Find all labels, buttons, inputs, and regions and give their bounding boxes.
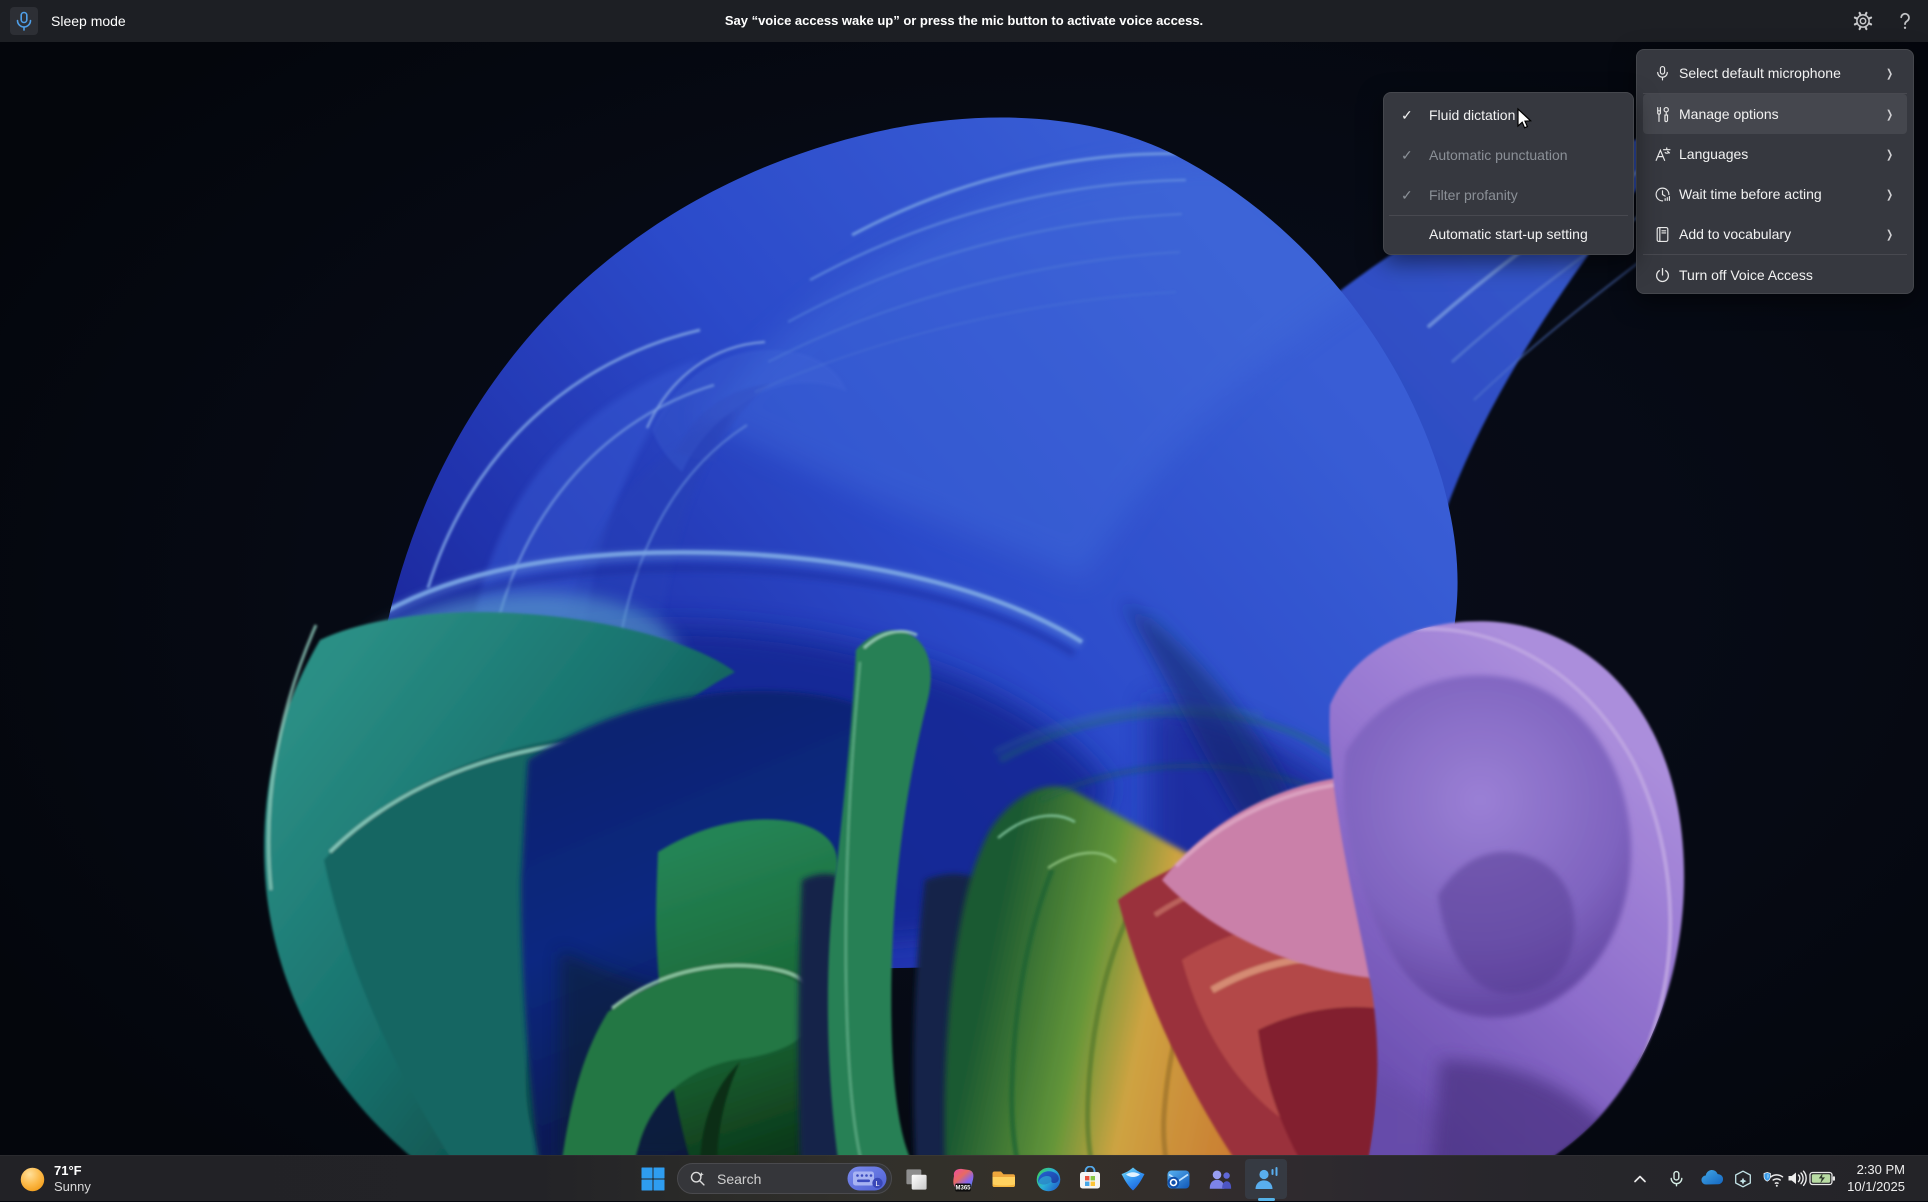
svg-text:L: L [875, 1179, 879, 1188]
svg-text:M365: M365 [955, 1185, 971, 1191]
